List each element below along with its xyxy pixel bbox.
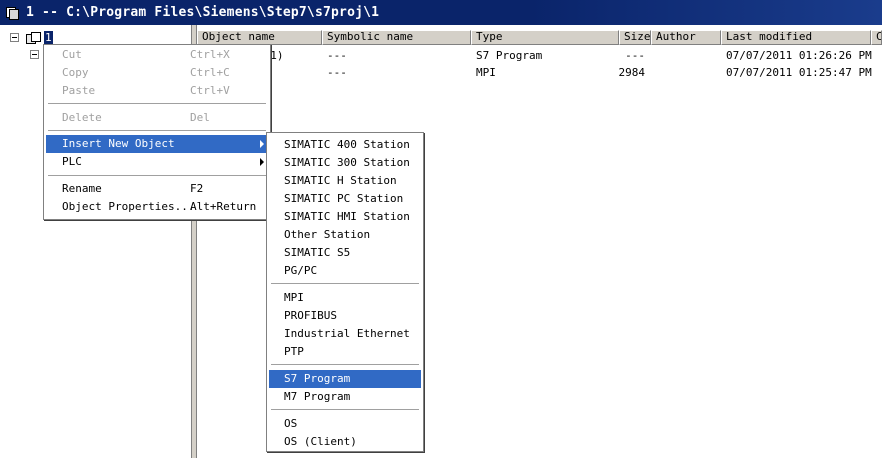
menu-separator xyxy=(48,103,266,104)
col-header-type[interactable]: Type xyxy=(471,30,619,45)
menu-item-object-properties[interactable]: Object Properties... Alt+Return xyxy=(46,198,268,216)
submenu-item-simatic-400-station[interactable]: SIMATIC 400 Station xyxy=(269,136,421,154)
submenu-item-simatic-hmi-station[interactable]: SIMATIC HMI Station xyxy=(269,208,421,226)
menu-item-delete[interactable]: Delete Del xyxy=(46,109,268,127)
menu-separator xyxy=(271,409,419,410)
submenu-item-mpi[interactable]: MPI xyxy=(269,289,421,307)
cell-symbolic: --- xyxy=(327,66,347,79)
menu-separator xyxy=(48,175,266,176)
cell-type: S7 Program xyxy=(476,49,543,62)
submenu-item-pg-pc[interactable]: PG/PC xyxy=(269,262,421,280)
menu-item-rename[interactable]: Rename F2 xyxy=(46,180,268,198)
submenu-item-profibus[interactable]: PROFIBUS xyxy=(269,307,421,325)
cell-size: 2984 xyxy=(618,66,646,79)
menu-separator xyxy=(271,364,419,365)
menu-item-insert-new-object[interactable]: Insert New Object xyxy=(46,135,268,153)
collapse-toggle-root[interactable] xyxy=(10,33,19,42)
col-header-symbolic-name[interactable]: Symbolic name xyxy=(322,30,471,45)
title-bar[interactable]: 1 -- C:\Program Files\Siemens\Step7\s7pr… xyxy=(0,0,882,25)
cell-type: MPI xyxy=(476,66,496,79)
submenu-item-simatic-pc-station[interactable]: SIMATIC PC Station xyxy=(269,190,421,208)
submenu-item-other-station[interactable]: Other Station xyxy=(269,226,421,244)
submenu-arrow-icon xyxy=(260,158,264,166)
col-header-author[interactable]: Author xyxy=(651,30,721,45)
cell-modified: 07/07/2011 01:25:47 PM xyxy=(726,66,872,79)
menu-separator xyxy=(48,130,266,131)
list-header: Object name Symbolic name Type Size Auth… xyxy=(197,30,882,45)
table-row[interactable]: n(1) --- S7 Program --- 07/07/2011 01:26… xyxy=(197,48,882,64)
menu-item-cut[interactable]: Cut Ctrl+X xyxy=(46,46,268,64)
menu-item-paste[interactable]: Paste Ctrl+V xyxy=(46,82,268,100)
table-row[interactable]: --- MPI 2984 07/07/2011 01:25:47 PM xyxy=(197,65,882,81)
col-header-last-modified[interactable]: Last modified xyxy=(721,30,871,45)
project-window-icon xyxy=(4,6,20,20)
submenu-item-os-client[interactable]: OS (Client) xyxy=(269,433,421,451)
tree-item-project[interactable]: 1 xyxy=(44,31,53,44)
col-header-c[interactable]: C xyxy=(871,30,882,45)
submenu-item-simatic-s5[interactable]: SIMATIC S5 xyxy=(269,244,421,262)
submenu-item-s7-program[interactable]: S7 Program xyxy=(269,370,421,388)
submenu-arrow-icon xyxy=(260,140,264,148)
menu-item-copy[interactable]: Copy Ctrl+C xyxy=(46,64,268,82)
submenu-item-simatic-300-station[interactable]: SIMATIC 300 Station xyxy=(269,154,421,172)
submenu-item-industrial-ethernet[interactable]: Industrial Ethernet xyxy=(269,325,421,343)
col-header-object-name[interactable]: Object name xyxy=(197,30,322,45)
menu-item-plc[interactable]: PLC xyxy=(46,153,268,171)
collapse-toggle-child[interactable] xyxy=(30,50,39,59)
col-header-size[interactable]: Size xyxy=(619,30,651,45)
submenu-item-m7-program[interactable]: M7 Program xyxy=(269,388,421,406)
submenu-item-os[interactable]: OS xyxy=(269,415,421,433)
window-title: 1 -- C:\Program Files\Siemens\Step7\s7pr… xyxy=(26,5,380,20)
cell-size: --- xyxy=(625,49,645,62)
project-icon xyxy=(26,32,42,45)
context-menu: Cut Ctrl+X Copy Ctrl+C Paste Ctrl+V Dele… xyxy=(43,44,271,220)
submenu-item-ptp[interactable]: PTP xyxy=(269,343,421,361)
submenu-item-simatic-h-station[interactable]: SIMATIC H Station xyxy=(269,172,421,190)
cell-symbolic: --- xyxy=(327,49,347,62)
cell-modified: 07/07/2011 01:26:26 PM xyxy=(726,49,872,62)
insert-new-object-submenu: SIMATIC 400 Station SIMATIC 300 Station … xyxy=(266,132,424,452)
menu-separator xyxy=(271,283,419,284)
